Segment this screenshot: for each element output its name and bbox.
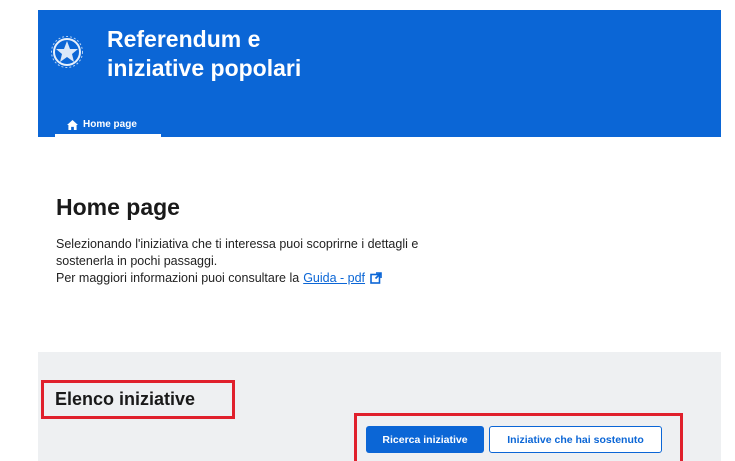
active-tab-indicator (55, 134, 161, 137)
intro-line-1: Selezionando l'iniziativa che ti interes… (56, 237, 419, 251)
app-header: Referendum e iniziative popolari Home pa… (38, 10, 721, 137)
intro-line-3: Per maggiori informazioni puoi consultar… (56, 270, 526, 287)
guide-pdf-link[interactable]: Guida - pdf (303, 271, 365, 285)
supported-initiatives-button[interactable]: Iniziative che hai sostenuto (489, 426, 662, 453)
search-initiatives-button[interactable]: Ricerca iniziative (366, 426, 484, 453)
intro-text: Selezionando l'iniziativa che ti interes… (56, 236, 526, 287)
intro-line-3-prefix: Per maggiori informazioni puoi consultar… (56, 271, 300, 285)
external-link-icon[interactable] (370, 272, 382, 284)
app-title: Referendum e iniziative popolari (107, 26, 302, 81)
italian-republic-emblem-icon (51, 36, 83, 68)
page-title: Home page (56, 194, 180, 220)
tab-home-page-label: Home page (83, 119, 137, 130)
section-title: Elenco iniziative (55, 389, 196, 409)
intro-line-2: sostenerla in pochi passaggi. (56, 254, 218, 268)
home-icon (67, 119, 78, 130)
